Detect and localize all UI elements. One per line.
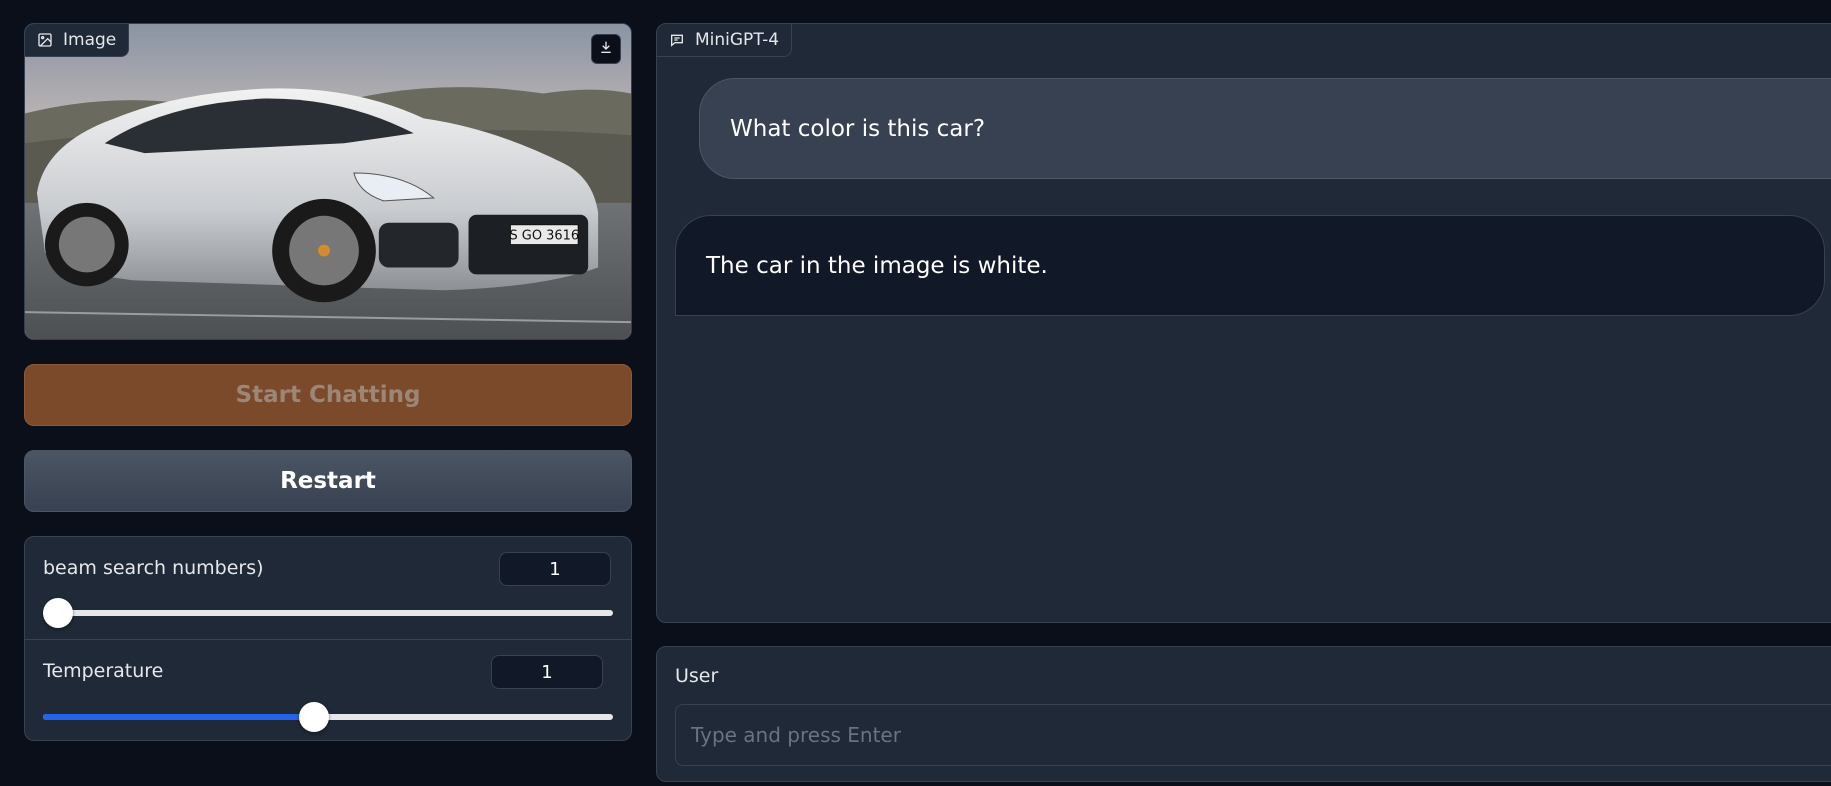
bot-message: The car in the image is white. bbox=[675, 215, 1825, 316]
chat-icon bbox=[669, 32, 685, 48]
temperature-number-input[interactable]: 1 bbox=[491, 655, 603, 689]
user-input-label: User bbox=[675, 665, 719, 687]
download-icon bbox=[598, 39, 614, 59]
user-message-input[interactable] bbox=[675, 704, 1831, 766]
image-label-text: Image bbox=[63, 30, 117, 50]
license-plate: S GO 3616 bbox=[509, 229, 579, 244]
beam-search-slider[interactable] bbox=[43, 598, 613, 628]
chatbot-label-text: MiniGPT-4 bbox=[695, 30, 780, 50]
image-block: Image S GO 3616 bbox=[24, 23, 632, 340]
parameters-panel: beam search numbers) 1 Temperature 1 bbox=[24, 536, 632, 741]
chatbot-label: MiniGPT-4 bbox=[657, 24, 793, 57]
user-message: What color is this car? bbox=[699, 78, 1831, 179]
restart-button[interactable]: Restart bbox=[24, 450, 632, 512]
beam-search-number-input[interactable]: 1 bbox=[499, 552, 611, 586]
image-icon bbox=[37, 32, 53, 48]
download-button[interactable] bbox=[591, 34, 621, 64]
user-message-text: What color is this car? bbox=[730, 115, 986, 142]
beam-search-slider-thumb[interactable] bbox=[43, 598, 73, 628]
bot-message-text: The car in the image is white. bbox=[706, 252, 1048, 279]
temperature-slider-row: Temperature 1 bbox=[25, 639, 631, 741]
temperature-label: Temperature bbox=[43, 660, 164, 682]
temperature-slider-fill bbox=[43, 714, 314, 720]
beam-search-label: beam search numbers) bbox=[43, 557, 264, 579]
user-input-panel: User bbox=[656, 646, 1831, 782]
temperature-slider[interactable] bbox=[43, 702, 613, 732]
start-chatting-button[interactable]: Start Chatting bbox=[24, 364, 632, 426]
beam-search-slider-row: beam search numbers) 1 bbox=[25, 537, 631, 638]
temperature-slider-thumb[interactable] bbox=[298, 702, 329, 732]
image-block-label: Image bbox=[25, 24, 130, 57]
car-photo: S GO 3616 bbox=[25, 24, 631, 339]
chatbot-panel: MiniGPT-4 What color is this car? The ca… bbox=[656, 23, 1831, 623]
